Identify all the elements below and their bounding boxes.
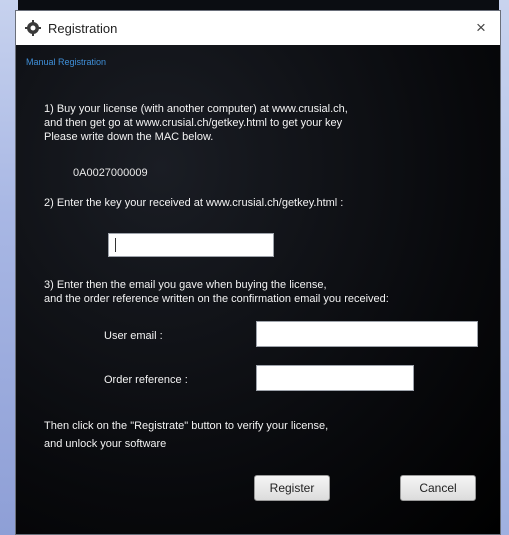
- user-email-label: User email :: [104, 330, 163, 342]
- gear-icon: [24, 19, 42, 37]
- close-button[interactable]: ×: [470, 17, 492, 39]
- window-title: Registration: [48, 20, 118, 36]
- step3-line1: 3) Enter then the email you gave when bu…: [44, 279, 327, 291]
- step2-text: 2) Enter the key your received at www.cr…: [44, 197, 344, 209]
- step3-line2: and the order reference written on the c…: [44, 293, 389, 305]
- text-caret: [115, 238, 116, 252]
- order-reference-label: Order reference :: [104, 374, 188, 386]
- registration-dialog: Registration × Manual Registration 1) Bu…: [15, 10, 501, 535]
- title-bar[interactable]: Registration ×: [16, 11, 500, 45]
- section-label: Manual Registration: [26, 57, 107, 67]
- step1-line1: 1) Buy your license (with another comput…: [44, 103, 348, 115]
- cancel-button[interactable]: Cancel: [400, 475, 476, 501]
- mac-address: 0A0027000009: [73, 167, 148, 179]
- step1-line3: Please write down the MAC below.: [44, 131, 214, 143]
- final-instruction-line1: Then click on the "Registrate" button to…: [44, 420, 329, 432]
- license-key-input[interactable]: [108, 233, 274, 257]
- user-email-field[interactable]: [256, 321, 478, 347]
- dialog-content: Manual Registration 1) Buy your license …: [16, 45, 500, 534]
- final-instruction-line2: and unlock your software: [44, 438, 167, 450]
- register-button[interactable]: Register: [254, 475, 330, 501]
- step1-line2: and then get go at www.crusial.ch/getkey…: [44, 117, 343, 129]
- order-reference-field[interactable]: [256, 365, 414, 391]
